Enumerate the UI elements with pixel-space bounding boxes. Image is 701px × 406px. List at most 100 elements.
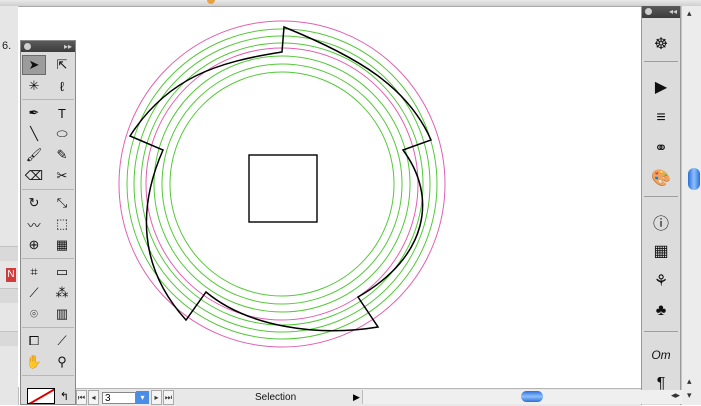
lasso-tool-icon[interactable]: ℓ [50,76,74,96]
slice-tool-icon[interactable]: ⟋ [50,331,74,351]
eraser-tool-icon[interactable]: ⌫ [22,166,46,186]
tool-row: 〰 ⬚ [22,214,74,235]
swap-colors-icon[interactable]: ↰ [60,390,69,403]
tool-group: ➤ ⇱ ✳ ℓ [22,54,74,100]
dock-separator [644,196,678,197]
background-number: 6. [2,40,12,52]
vertical-scroll-thumb[interactable] [688,168,700,190]
links-icon[interactable]: ⚭ [649,137,673,159]
info-icon[interactable]: ⓘ [649,211,673,233]
guide-circle-green [161,63,403,305]
warp-tool-icon[interactable]: 〰 [22,214,46,234]
paintbrush-tool-icon[interactable]: 🖌 [22,145,46,165]
tool-row: ╲ ⬭ [22,124,74,145]
zoom-tool-icon[interactable]: ⚲ [50,352,74,372]
color-palette-icon[interactable]: 🎨 [649,167,673,189]
expand-icon[interactable]: ◂◂ [669,6,677,17]
column-graph-tool-icon[interactable]: ▥ [50,304,74,324]
dock-header[interactable]: ◂◂ [642,6,680,18]
guide-circle-green [169,71,395,297]
tool-row: ✋ ⚲ [22,352,74,373]
symbols-icon[interactable]: ♣ [649,300,673,322]
mesh-tool-icon[interactable]: ⌗ [22,262,46,282]
page-number-field[interactable]: 3 [102,391,136,404]
rotate-tool-icon[interactable]: ↻ [22,193,46,213]
background-window: 6. N [0,6,19,405]
guide-circle-pink-outer [118,20,446,348]
tool-row: ✳ ℓ [22,76,74,97]
tool-group: ⧠ ⟋ ✋ ⚲ [22,330,74,376]
tool-row: ⧠ ⟋ [22,331,74,352]
background-band [0,331,18,346]
magic-wand-tool-icon[interactable]: ✳ [22,76,46,96]
status-menu-icon[interactable]: ▶ [353,392,360,403]
center-square [248,154,318,223]
actions-icon[interactable]: ▶ [649,76,673,98]
line-tool-icon[interactable]: ╲ [22,124,46,144]
artboard-tool-icon[interactable]: ⧠ [22,331,46,351]
shape-builder-tool-icon[interactable]: ⊕ [22,235,46,255]
pencil-tool-icon[interactable]: ✎ [50,145,74,165]
symbol-sprayer-tool-icon[interactable]: ⌾ [22,304,46,324]
scale-tool-icon[interactable]: ⤡ [50,193,74,213]
scroll-arrows-icon[interactable]: ◂▸ [671,390,680,401]
tool-group: ↻ ⤡ 〰 ⬚ ⊕ ▦ [22,192,74,259]
guide-circle-pink-inner [145,47,419,321]
guide-circle-green [133,35,431,333]
layers-icon[interactable]: ≡ [649,107,673,129]
selection-tool-icon[interactable]: ➤ [22,55,46,75]
gradient-tool-icon[interactable]: ▭ [50,262,74,282]
brushes-icon[interactable]: ⚘ [649,270,673,292]
page-dropdown-icon[interactable]: ▾ [136,391,149,404]
horizontal-scrollbar[interactable]: ◂▸ [362,390,682,404]
tool-group: ✒ T ╲ ⬭ 🖌 ✎ ⌫ ✂ [22,102,74,190]
window-titlebar [0,0,701,7]
last-page-icon[interactable]: ⏭ [163,390,174,405]
scroll-up-icon[interactable]: ▴ [687,376,692,387]
background-red-tab: N [6,268,16,282]
dock-separator [644,331,678,332]
dock-separator [644,61,678,62]
eyedropper-tool-icon[interactable]: ⟋ [22,283,46,303]
scroll-down-icon[interactable]: ▾ [687,390,692,401]
horizontal-scroll-thumb[interactable] [521,391,543,402]
pen-tool-icon[interactable]: ✒ [22,103,46,123]
hand-tool-icon[interactable]: ✋ [22,352,46,372]
close-icon[interactable] [645,8,652,15]
tool-row: ⌗ ▭ [22,262,74,283]
tool-row: ⌾ ▥ [22,304,74,325]
tool-row: ⌫ ✂ [22,166,74,187]
fill-stroke-swatch[interactable] [27,388,55,404]
background-band [0,246,18,261]
next-page-icon[interactable]: ▸ [151,390,162,405]
close-icon[interactable] [24,43,31,50]
tool-grid: ➤ ⇱ ✳ ℓ ✒ T ╲ ⬭ 🖌 ✎ ⌫ ✂ ↻ ⤡ 〰 ⬚ ⊕ ▦ ⌗ ▭ ⟋ ⁂ ⌾ ▥ ⧠ ⟋ ✋ ⚲ [21,52,75,380]
status-mode-label: Selection [255,392,297,403]
previous-page-icon[interactable]: ◂ [88,390,99,405]
collapse-icon[interactable]: ▸▸ [64,41,72,52]
swatches-icon[interactable]: ▦ [649,240,673,262]
tool-row: ⟋ ⁂ [22,283,74,304]
blend-tool-icon[interactable]: ⁂ [50,283,74,303]
scissors-tool-icon[interactable]: ✂ [50,166,74,186]
direct-selection-tool-icon[interactable]: ⇱ [50,55,74,75]
tool-row: 🖌 ✎ [22,145,74,166]
tools-panel: ▸▸ ➤ ⇱ ✳ ℓ ✒ T ╲ ⬭ 🖌 ✎ ⌫ ✂ ↻ ⤡ 〰 ⬚ ⊕ ▦ ⌗ ▭ ⟋ ⁂ ⌾ ▥ ⧠ ⟋ ✋ ⚲ ↰ [20,40,76,405]
tool-row: ✒ T [22,103,74,124]
artboard-canvas[interactable] [18,7,639,387]
vertical-scrollbar[interactable]: ▴ ▴ ▾ [681,6,701,405]
tools-panel-header[interactable]: ▸▸ [21,41,75,52]
first-page-icon[interactable]: ⏮ [76,390,87,405]
opentype-icon[interactable]: Oт [649,344,673,366]
tool-group: ⌗ ▭ ⟋ ⁂ ⌾ ▥ [22,261,74,328]
guide-circle-green [126,28,438,340]
scroll-up-icon[interactable]: ▴ [687,8,692,19]
tool-row: ➤ ⇱ [22,55,74,76]
guide-circle-green [153,55,411,313]
type-tool-icon[interactable]: T [50,103,74,123]
ellipse-tool-icon[interactable]: ⬭ [50,124,74,144]
spiral-blade-shape [128,25,433,332]
free-transform-tool-icon[interactable]: ⬚ [50,214,74,234]
navigator-icon[interactable]: ☸ [649,33,673,55]
live-paint-tool-icon[interactable]: ▦ [50,235,74,255]
